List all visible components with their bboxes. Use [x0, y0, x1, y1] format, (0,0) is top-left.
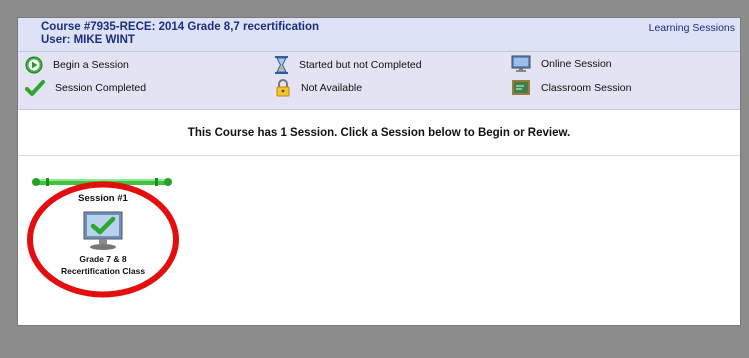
legend-classroom: Classroom Session	[511, 79, 631, 97]
user-name: User: MIKE WINT	[41, 34, 135, 47]
hourglass-icon	[274, 55, 289, 75]
legend-completed: Session Completed	[25, 79, 146, 97]
monitor-icon	[511, 55, 531, 73]
session-name-line1: Grade 7 & 8	[48, 254, 158, 264]
legend-begin-label: Begin a Session	[53, 59, 129, 71]
legend-started: Started but not Completed	[274, 55, 422, 75]
lock-icon	[275, 79, 291, 97]
legend-online: Online Session	[511, 55, 612, 73]
session-label: Session #1	[48, 193, 158, 204]
legend-completed-label: Session Completed	[55, 82, 146, 94]
play-icon	[25, 56, 43, 74]
session-name-line2: Recertification Class	[48, 266, 158, 276]
legend-online-label: Online Session	[541, 58, 612, 70]
chalkboard-icon	[511, 79, 531, 97]
course-notice: This Course has 1 Session. Click a Sessi…	[18, 110, 740, 156]
session-monitor-icon	[82, 210, 124, 252]
legend-classroom-label: Classroom Session	[541, 82, 631, 94]
learning-sessions-link[interactable]: Learning Sessions	[649, 22, 735, 34]
course-header: Course #7935-RECE: 2014 Grade 8,7 recert…	[18, 18, 740, 52]
legend-not-available: Not Available	[275, 79, 362, 97]
session-tile-1[interactable]: Session #1 Grade 7 & 8 Recertification C…	[48, 190, 158, 276]
legend-not-available-label: Not Available	[301, 82, 362, 94]
session-progress-bar	[32, 178, 172, 186]
session-area: Session #1 Grade 7 & 8 Recertification C…	[18, 156, 740, 325]
legend-begin: Begin a Session	[25, 56, 129, 74]
course-panel: Course #7935-RECE: 2014 Grade 8,7 recert…	[17, 17, 741, 326]
course-title: Course #7935-RECE: 2014 Grade 8,7 recert…	[41, 21, 319, 34]
legend-started-label: Started but not Completed	[299, 59, 422, 71]
legend: Begin a Session Session Completed Starte…	[18, 52, 740, 110]
checkmark-icon	[25, 79, 45, 97]
